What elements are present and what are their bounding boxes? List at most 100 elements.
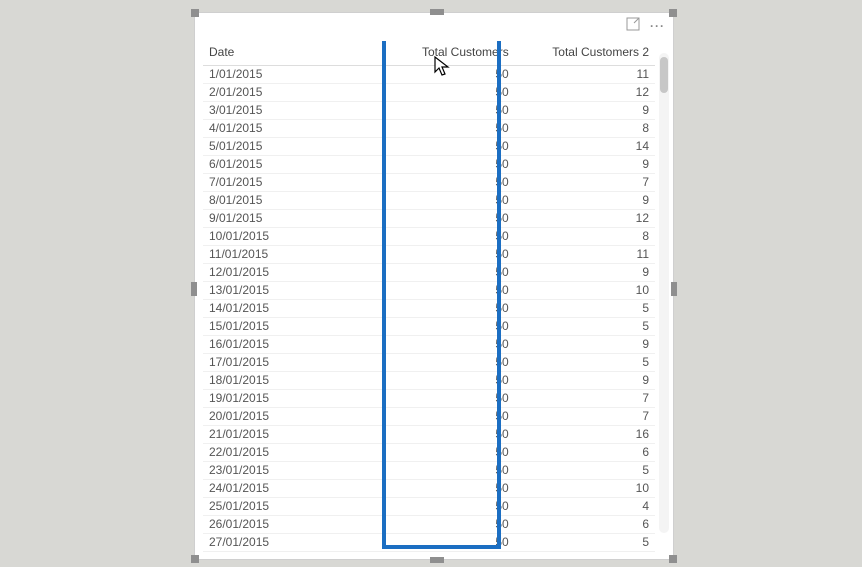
cell-total-customers-2: 16: [515, 426, 655, 444]
cell-date: 9/01/2015: [203, 210, 374, 228]
cell-total-customers: 50: [374, 120, 514, 138]
cell-total-customers: 50: [374, 480, 514, 498]
cell-total-customers: 50: [374, 426, 514, 444]
cell-total-customers: 50: [374, 408, 514, 426]
cell-date: 19/01/2015: [203, 390, 374, 408]
table-row[interactable]: 14/01/2015505: [203, 300, 655, 318]
cell-date: 26/01/2015: [203, 516, 374, 534]
table-row[interactable]: 28/01/20155011: [203, 552, 655, 556]
table-row[interactable]: 8/01/2015509: [203, 192, 655, 210]
cell-total-customers: 50: [374, 498, 514, 516]
table-row[interactable]: 4/01/2015508: [203, 120, 655, 138]
resize-handle[interactable]: [191, 282, 197, 296]
table-row[interactable]: 2/01/20155012: [203, 84, 655, 102]
cell-date: 11/01/2015: [203, 246, 374, 264]
resize-handle[interactable]: [430, 9, 444, 15]
table-row[interactable]: 21/01/20155016: [203, 426, 655, 444]
vertical-scrollbar[interactable]: [659, 53, 669, 533]
table-row[interactable]: 19/01/2015507: [203, 390, 655, 408]
cell-date: 8/01/2015: [203, 192, 374, 210]
cell-total-customers-2: 7: [515, 390, 655, 408]
cell-date: 21/01/2015: [203, 426, 374, 444]
cell-date: 27/01/2015: [203, 534, 374, 552]
visual-toolbar: ···: [624, 15, 667, 36]
cell-total-customers-2: 10: [515, 480, 655, 498]
cell-total-customers: 50: [374, 228, 514, 246]
cell-date: 15/01/2015: [203, 318, 374, 336]
cell-total-customers-2: 11: [515, 246, 655, 264]
resize-handle[interactable]: [191, 9, 199, 17]
cell-date: 7/01/2015: [203, 174, 374, 192]
cell-date: 3/01/2015: [203, 102, 374, 120]
cell-total-customers-2: 9: [515, 192, 655, 210]
cell-total-customers-2: 11: [515, 66, 655, 84]
cell-total-customers: 50: [374, 318, 514, 336]
more-options-icon[interactable]: ···: [648, 17, 667, 35]
resize-handle[interactable]: [669, 9, 677, 17]
cell-total-customers-2: 8: [515, 228, 655, 246]
table-header-row[interactable]: Date Total Customers Total Customers 2: [203, 41, 655, 66]
table-row[interactable]: 20/01/2015507: [203, 408, 655, 426]
cell-total-customers: 50: [374, 444, 514, 462]
cell-total-customers-2: 8: [515, 120, 655, 138]
cell-total-customers: 50: [374, 102, 514, 120]
table-row[interactable]: 1/01/20155011: [203, 66, 655, 84]
cell-date: 23/01/2015: [203, 462, 374, 480]
cell-total-customers-2: 5: [515, 300, 655, 318]
table-row[interactable]: 15/01/2015505: [203, 318, 655, 336]
table-row[interactable]: 26/01/2015506: [203, 516, 655, 534]
col-header-date[interactable]: Date: [203, 41, 374, 66]
cell-date: 1/01/2015: [203, 66, 374, 84]
resize-handle[interactable]: [671, 282, 677, 296]
table-visual[interactable]: ··· Date Total Customers Total Customers…: [194, 12, 674, 560]
cell-date: 6/01/2015: [203, 156, 374, 174]
col-header-total-customers-2[interactable]: Total Customers 2: [515, 41, 655, 66]
table-scroll-area[interactable]: Date Total Customers Total Customers 2 1…: [203, 41, 655, 555]
cell-total-customers-2: 4: [515, 498, 655, 516]
table-row[interactable]: 16/01/2015509: [203, 336, 655, 354]
cell-total-customers: 50: [374, 192, 514, 210]
table-row[interactable]: 11/01/20155011: [203, 246, 655, 264]
cell-total-customers: 50: [374, 390, 514, 408]
table-row[interactable]: 17/01/2015505: [203, 354, 655, 372]
table-row[interactable]: 7/01/2015507: [203, 174, 655, 192]
table-row[interactable]: 12/01/2015509: [203, 264, 655, 282]
cell-date: 2/01/2015: [203, 84, 374, 102]
resize-handle[interactable]: [669, 555, 677, 563]
cell-date: 12/01/2015: [203, 264, 374, 282]
table-row[interactable]: 5/01/20155014: [203, 138, 655, 156]
table-row[interactable]: 24/01/20155010: [203, 480, 655, 498]
col-header-total-customers[interactable]: Total Customers: [374, 41, 514, 66]
scrollbar-thumb[interactable]: [660, 57, 668, 93]
table-row[interactable]: 13/01/20155010: [203, 282, 655, 300]
resize-handle[interactable]: [191, 555, 199, 563]
cell-total-customers: 50: [374, 534, 514, 552]
cell-total-customers-2: 12: [515, 210, 655, 228]
cell-total-customers-2: 9: [515, 336, 655, 354]
resize-handle[interactable]: [430, 557, 444, 563]
cell-total-customers-2: 7: [515, 174, 655, 192]
table-row[interactable]: 3/01/2015509: [203, 102, 655, 120]
cell-total-customers: 50: [374, 372, 514, 390]
table-row[interactable]: 6/01/2015509: [203, 156, 655, 174]
cell-total-customers-2: 7: [515, 408, 655, 426]
table-row[interactable]: 27/01/2015505: [203, 534, 655, 552]
table-row[interactable]: 25/01/2015504: [203, 498, 655, 516]
cell-total-customers-2: 14: [515, 138, 655, 156]
table-row[interactable]: 22/01/2015506: [203, 444, 655, 462]
cell-total-customers: 50: [374, 66, 514, 84]
cell-total-customers-2: 12: [515, 84, 655, 102]
cell-date: 24/01/2015: [203, 480, 374, 498]
table-row[interactable]: 23/01/2015505: [203, 462, 655, 480]
cell-total-customers: 50: [374, 462, 514, 480]
cell-date: 17/01/2015: [203, 354, 374, 372]
cell-total-customers-2: 9: [515, 264, 655, 282]
cell-total-customers: 50: [374, 354, 514, 372]
focus-mode-icon[interactable]: [624, 15, 642, 36]
cell-total-customers: 50: [374, 174, 514, 192]
table-row[interactable]: 9/01/20155012: [203, 210, 655, 228]
table-row[interactable]: 18/01/2015509: [203, 372, 655, 390]
cell-total-customers: 50: [374, 516, 514, 534]
table-row[interactable]: 10/01/2015508: [203, 228, 655, 246]
cell-total-customers: 50: [374, 84, 514, 102]
